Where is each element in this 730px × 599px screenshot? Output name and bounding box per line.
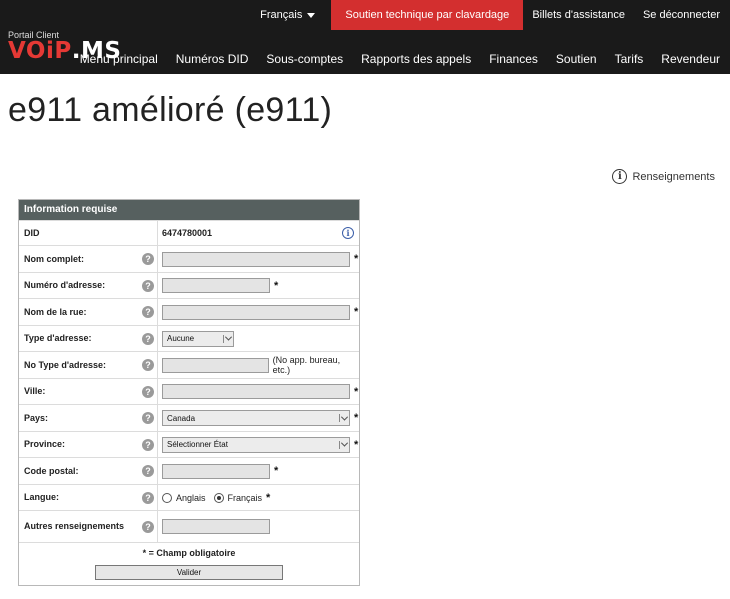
other-info-row: Autres renseignements ? <box>19 510 359 542</box>
radio-button-selected[interactable] <box>213 492 224 503</box>
nav-finances[interactable]: Finances <box>480 52 547 66</box>
address-type-no-note: (No app. bureau, etc.) <box>272 355 341 375</box>
e911-form: Information requise DID 6474780001 i Nom… <box>18 199 360 586</box>
country-label: Pays: <box>24 412 49 423</box>
help-icon[interactable]: ? <box>142 465 154 477</box>
required-mark: * <box>354 385 359 398</box>
street-name-row: Nom de la rue: ? * <box>19 298 359 325</box>
address-type-label: Type d'adresse: <box>24 333 92 343</box>
street-name-input[interactable] <box>162 304 350 320</box>
required-note: * = Champ obligatoire <box>19 542 359 562</box>
address-type-no-input[interactable] <box>162 357 269 373</box>
address-type-no-row: No Type d'adresse: ? (No app. bureau, et… <box>19 351 359 378</box>
language-label: Français <box>260 9 303 21</box>
main-nav: Menu principal Numéros DID Sous-comptes … <box>71 44 730 74</box>
required-mark: * <box>274 465 279 477</box>
top-links: Français Soutien technique par clavardag… <box>251 0 730 30</box>
address-type-no-label: No Type d'adresse: <box>24 359 106 370</box>
language-option-english[interactable]: Anglais <box>162 492 206 503</box>
address-number-label: Numéro d'adresse: <box>24 280 106 290</box>
full-name-row: Nom complet: ? * <box>19 245 359 272</box>
language-label-field: Langue: <box>24 492 59 502</box>
language-option-label: Anglais <box>176 492 206 503</box>
language-option-label: Français <box>227 492 263 503</box>
address-type-row: Type d'adresse: ? Aucune <box>19 325 359 351</box>
required-mark: * <box>354 253 359 265</box>
postal-code-row: Code postal: ? * <box>19 457 359 484</box>
province-value: Sélectionner État <box>167 440 228 449</box>
postal-code-label: Code postal: <box>24 465 79 476</box>
country-select[interactable]: Canada <box>162 410 350 426</box>
nav-call-reports[interactable]: Rapports des appels <box>352 52 480 66</box>
help-icon[interactable]: ? <box>142 438 154 451</box>
nav-sub-accounts[interactable]: Sous-comptes <box>257 52 352 66</box>
chevron-down-icon <box>339 414 347 422</box>
address-number-row: Numéro d'adresse: ? * <box>19 272 359 298</box>
language-selector[interactable]: Français <box>251 0 324 30</box>
nav-did-numbers[interactable]: Numéros DID <box>167 52 258 66</box>
country-value: Canada <box>167 413 196 423</box>
address-number-input[interactable] <box>162 278 270 293</box>
required-mark: * <box>354 438 359 451</box>
radio-button[interactable] <box>162 492 172 503</box>
header-bar: Français Soutien technique par clavardag… <box>0 0 730 74</box>
language-option-french[interactable]: Français <box>213 492 263 503</box>
help-icon[interactable]: ? <box>142 385 154 398</box>
support-tickets-link[interactable]: Billets d'assistance <box>523 0 634 30</box>
did-row: DID 6474780001 i <box>19 220 359 245</box>
help-icon[interactable]: ? <box>142 332 154 345</box>
province-label: Province: <box>24 439 66 449</box>
province-row: Province: ? Sélectionner État * <box>19 431 359 457</box>
street-name-label: Nom de la rue: <box>24 306 87 317</box>
logout-link[interactable]: Se déconnecter <box>634 0 730 30</box>
page-title: e911 amélioré (e911) <box>8 91 333 129</box>
form-section-title: Information requise <box>19 200 359 220</box>
required-mark: * <box>354 412 359 424</box>
help-icon[interactable]: ? <box>142 306 154 318</box>
full-name-label: Nom complet: <box>24 253 85 264</box>
did-value: 6474780001 <box>162 228 213 238</box>
nav-rates[interactable]: Tarifs <box>606 52 653 66</box>
help-icon[interactable]: ? <box>142 279 154 292</box>
help-icon[interactable]: ? <box>142 359 154 371</box>
other-info-input[interactable] <box>162 519 270 534</box>
country-row: Pays: ? Canada * <box>19 404 359 431</box>
did-label: DID <box>24 227 40 238</box>
help-icon[interactable]: ? <box>142 520 154 533</box>
info-link[interactable]: i Renseignements <box>612 169 715 184</box>
chevron-down-icon <box>339 440 347 449</box>
chat-support-button[interactable]: Soutien technique par clavardage <box>331 0 524 30</box>
required-mark: * <box>354 306 359 318</box>
province-select[interactable]: Sélectionner État <box>162 436 350 453</box>
help-icon[interactable]: ? <box>142 491 154 504</box>
nav-reseller[interactable]: Revendeur <box>652 52 730 66</box>
help-icon[interactable]: ? <box>142 253 154 265</box>
full-name-input[interactable] <box>162 251 350 267</box>
logo-text-red: VOiP <box>8 38 72 64</box>
other-info-label: Autres renseignements <box>24 521 125 531</box>
info-link-label: Renseignements <box>632 170 715 183</box>
address-type-value: Aucune <box>167 334 195 343</box>
info-icon: i <box>612 169 628 184</box>
chevron-down-icon <box>223 334 231 343</box>
city-label: Ville: <box>24 386 46 396</box>
nav-main-menu[interactable]: Menu principal <box>71 52 167 66</box>
postal-code-input[interactable] <box>162 463 270 479</box>
required-mark: * <box>274 279 279 292</box>
submit-button[interactable]: Valider <box>95 565 283 580</box>
did-info-icon[interactable]: i <box>342 227 354 239</box>
caret-down-icon <box>307 12 316 18</box>
address-type-select[interactable]: Aucune <box>162 330 234 347</box>
city-row: Ville: ? * <box>19 378 359 404</box>
required-mark: * <box>266 491 271 504</box>
city-input[interactable] <box>162 384 350 399</box>
help-icon[interactable]: ? <box>142 412 154 424</box>
nav-support[interactable]: Soutien <box>547 52 606 66</box>
language-row: Langue: ? Anglais Français * <box>19 484 359 510</box>
